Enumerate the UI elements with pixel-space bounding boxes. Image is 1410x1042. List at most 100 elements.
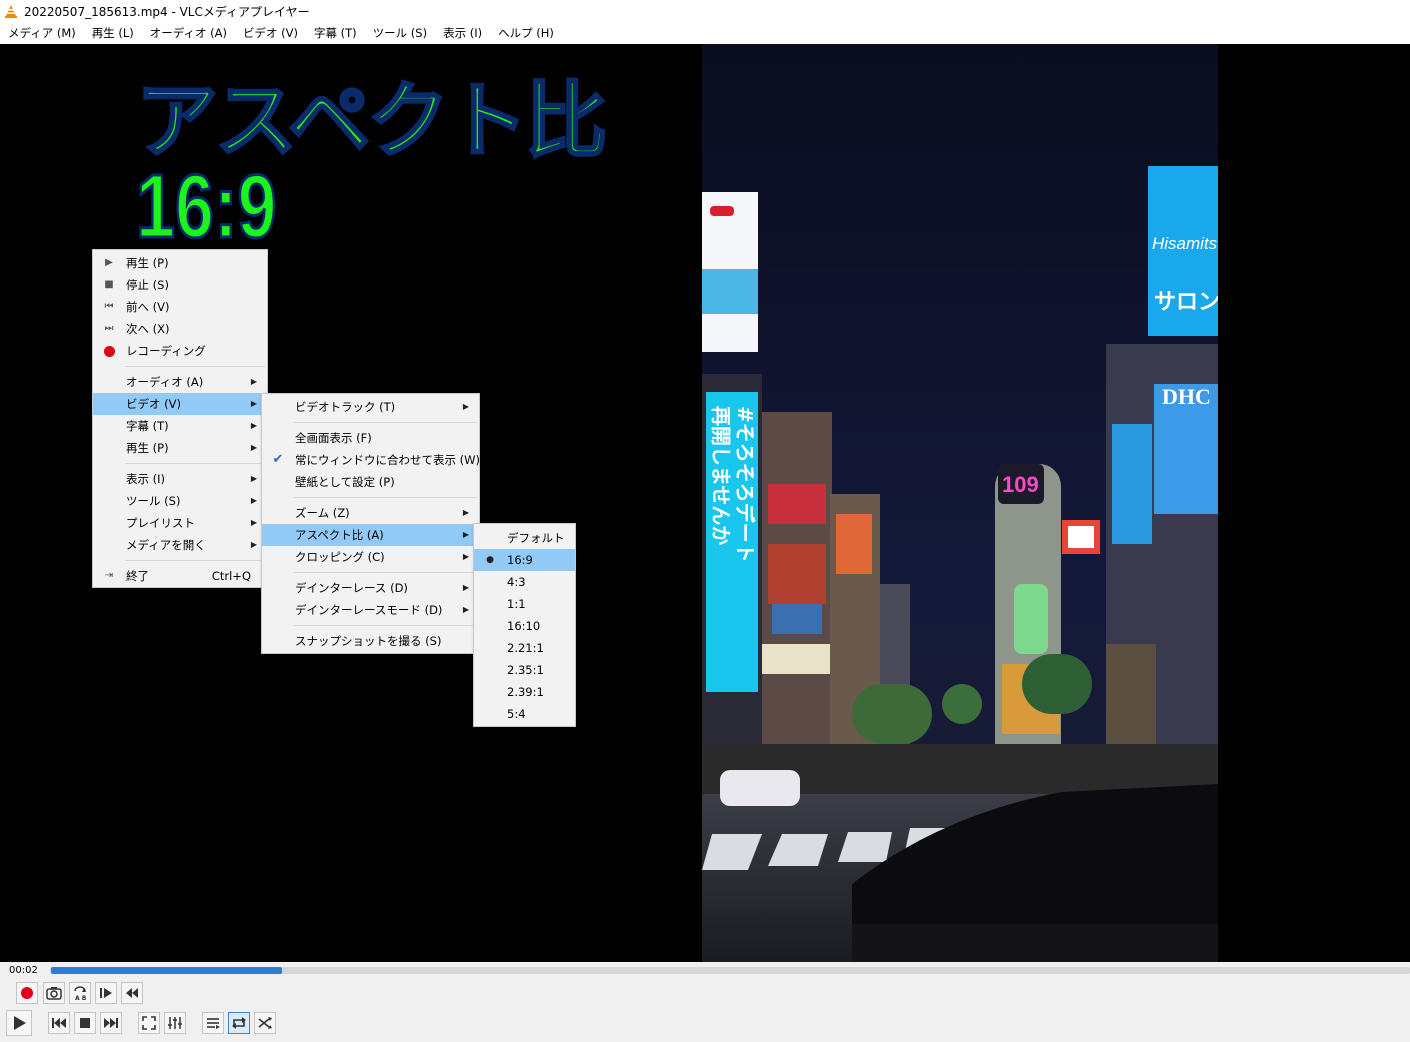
ctx-quit[interactable]: ⇥ 終了 Ctrl+Q (93, 565, 267, 587)
rewind-icon (126, 988, 138, 998)
playlist-button[interactable] (202, 1012, 224, 1034)
next-button[interactable] (100, 1012, 122, 1034)
ctx-audio[interactable]: オーディオ (A) ▶ (93, 371, 267, 393)
frame-step-button[interactable] (95, 982, 117, 1004)
menu-tools[interactable]: ツール (S) (365, 25, 435, 41)
deinterlace-mode-item[interactable]: デインターレースモード (D) ▶ (262, 599, 479, 621)
aspect-option[interactable]: デフォルト (474, 527, 575, 549)
menu-subtitle[interactable]: 字幕 (T) (306, 25, 365, 41)
ctx-subtitle[interactable]: 字幕 (T) ▶ (93, 415, 267, 437)
aspect-option[interactable]: 4:3 (474, 571, 575, 593)
separator (125, 560, 265, 561)
submenu-arrow-icon: ▶ (462, 530, 469, 539)
stop-icon: ■ (104, 279, 114, 290)
aspect-option-selected[interactable]: ● 16:9 (474, 549, 575, 571)
separator (294, 572, 477, 573)
ctx-playback[interactable]: 再生 (P) ▶ (93, 437, 267, 459)
submenu-arrow-icon: ▶ (462, 552, 469, 561)
ctx-prev[interactable]: ⏮ 前へ (V) (93, 296, 267, 318)
menu-media[interactable]: メディア (M) (0, 25, 84, 41)
context-menu: ▶ 再生 (P) ■ 停止 (S) ⏮ 前へ (V) ⏭ 次へ (X) レコーディング … (92, 249, 268, 588)
snapshot-button[interactable] (43, 982, 65, 1004)
ctx-playlist[interactable]: プレイリスト ▶ (93, 512, 267, 534)
ctx-stop[interactable]: ■ 停止 (S) (93, 274, 267, 296)
previous-button[interactable] (48, 1012, 70, 1034)
seek-slider[interactable] (50, 967, 1410, 974)
sign-109: 109 (1002, 472, 1039, 497)
zoom-item[interactable]: ズーム (Z) ▶ (262, 502, 479, 524)
aspect-option[interactable]: 16:10 (474, 615, 575, 637)
menu-playback[interactable]: 再生 (L) (84, 25, 142, 41)
ab-loop-button[interactable]: A B (69, 982, 91, 1004)
record-button[interactable] (16, 982, 38, 1004)
fullscreen-item[interactable]: 全画面表示 (F) (262, 427, 479, 449)
shuffle-icon (258, 1017, 272, 1029)
menu-audio[interactable]: オーディオ (A) (142, 25, 235, 41)
crop-item[interactable]: クロッピング (C) ▶ (262, 546, 479, 568)
aspect-option[interactable]: 2.21:1 (474, 637, 575, 659)
menu-help[interactable]: ヘルプ (H) (490, 25, 562, 41)
stop-icon (80, 1018, 90, 1028)
billboard-line-1: #そろそろデート (733, 406, 757, 563)
ctx-video[interactable]: ビデオ (V) ▶ (93, 393, 267, 415)
submenu-arrow-icon: ▶ (250, 540, 257, 549)
next-icon (104, 1018, 118, 1028)
seek-progress (51, 967, 283, 974)
sign-dhc: DHC (1162, 384, 1211, 409)
play-icon: ▶ (105, 257, 113, 268)
separator (294, 422, 477, 423)
video-track-item[interactable]: ビデオトラック (T) ▶ (262, 396, 479, 418)
loop-button[interactable] (228, 1012, 250, 1034)
ctx-open-media[interactable]: メディアを開く ▶ (93, 534, 267, 556)
control-bar: 00:02 A B (0, 962, 1410, 1042)
aspect-option[interactable]: 2.35:1 (474, 659, 575, 681)
exit-icon: ⇥ (104, 570, 114, 581)
next-icon: ⏭ (104, 323, 114, 334)
slower-button[interactable] (121, 982, 143, 1004)
aspect-option[interactable]: 2.39:1 (474, 681, 575, 703)
submenu-arrow-icon: ▶ (462, 583, 469, 592)
playlist-icon (207, 1018, 220, 1029)
ctx-next[interactable]: ⏭ 次へ (X) (93, 318, 267, 340)
checkmark-icon: ✔ (272, 452, 284, 467)
stop-button[interactable] (74, 1012, 96, 1034)
separator (125, 366, 265, 367)
submenu-arrow-icon: ▶ (250, 474, 257, 483)
submenu-arrow-icon: ▶ (250, 399, 257, 408)
menu-bar: メディア (M) 再生 (L) オーディオ (A) ビデオ (V) 字幕 (T)… (0, 22, 1410, 44)
submenu-arrow-icon: ▶ (250, 377, 257, 386)
svg-text:A B: A B (75, 995, 87, 1001)
snapshot-item[interactable]: スナップショットを撮る (S) (262, 630, 479, 652)
fullscreen-icon (142, 1016, 156, 1030)
window-title: 20220507_185613.mp4 - VLCメディアプレイヤー (24, 4, 310, 19)
ctx-view[interactable]: 表示 (I) ▶ (93, 468, 267, 490)
deinterlace-item[interactable]: デインターレース (D) ▶ (262, 577, 479, 599)
menu-video[interactable]: ビデオ (V) (235, 25, 306, 41)
fullscreen-button[interactable] (138, 1012, 160, 1034)
wallpaper-item[interactable]: 壁紙として設定 (P) (262, 471, 479, 493)
play-button[interactable] (6, 1010, 32, 1036)
aspect-ratio-item[interactable]: アスペクト比 (A) ▶ (262, 524, 479, 546)
sign-hisamitsu: Hisamitsu (1152, 234, 1218, 253)
submenu-arrow-icon: ▶ (250, 496, 257, 505)
menu-view[interactable]: 表示 (I) (435, 25, 490, 41)
previous-icon (52, 1018, 66, 1028)
aspect-option[interactable]: 5:4 (474, 703, 575, 725)
ctx-play[interactable]: ▶ 再生 (P) (93, 252, 267, 274)
overlay-ratio: 16:9 (135, 157, 278, 257)
loop-icon (232, 1017, 246, 1029)
ctx-record[interactable]: レコーディング (93, 340, 267, 362)
separator (294, 497, 477, 498)
vlc-cone-icon (5, 5, 17, 18)
ctx-tools[interactable]: ツール (S) ▶ (93, 490, 267, 512)
submenu-arrow-icon: ▶ (462, 605, 469, 614)
submenu-arrow-icon: ▶ (250, 443, 257, 452)
submenu-arrow-icon: ▶ (250, 518, 257, 527)
aspect-option[interactable]: 1:1 (474, 593, 575, 615)
play-icon (14, 1016, 26, 1030)
fit-window-item[interactable]: ✔ 常にウィンドウに合わせて表示 (W) (262, 449, 480, 471)
title-bar: 20220507_185613.mp4 - VLCメディアプレイヤー (0, 0, 1410, 22)
shuffle-button[interactable] (254, 1012, 276, 1034)
extended-settings-button[interactable] (164, 1012, 186, 1034)
separator (125, 463, 265, 464)
